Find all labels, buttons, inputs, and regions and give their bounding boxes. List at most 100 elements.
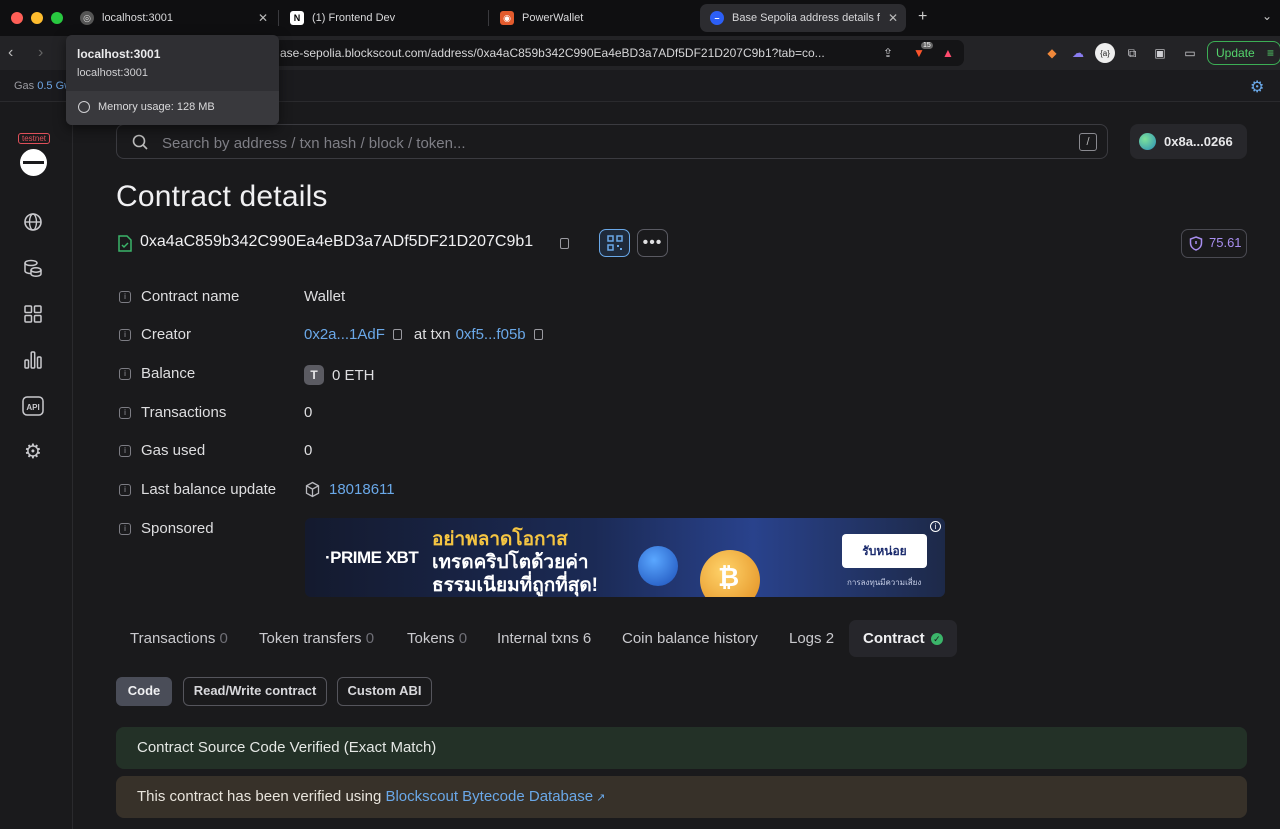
gauge-icon <box>78 101 90 113</box>
search-input[interactable]: Search by address / txn hash / block / t… <box>116 124 1108 159</box>
wallet-icon[interactable]: ▭ <box>1180 43 1200 63</box>
gear-icon[interactable]: ⚙ <box>22 440 44 463</box>
base-icon: – <box>710 11 724 25</box>
tab-transactions[interactable]: Transactions 0 <box>130 620 228 657</box>
share-icon[interactable]: ⇪ <box>878 43 898 63</box>
forward-icon[interactable]: › <box>38 44 43 62</box>
notion-icon: N <box>290 11 304 25</box>
detail-label: Creator <box>141 326 192 343</box>
chevron-down-icon[interactable]: ⌄ <box>1262 9 1272 23</box>
bytecode-database-link[interactable]: Blockscout Bytecode Database <box>385 788 593 805</box>
creator-value: 0x2a...1AdF at txn 0xf5...f05b <box>304 326 543 343</box>
tab-token-transfers[interactable]: Token transfers 0 <box>259 620 374 657</box>
info-icon[interactable]: i <box>119 291 131 303</box>
info-icon[interactable]: i <box>119 407 131 419</box>
browser-tab-frontend-dev[interactable]: N (1) Frontend Dev <box>280 4 486 32</box>
tab-contract[interactable]: Contract ✓ <box>849 620 957 657</box>
ad-info-icon[interactable]: i <box>930 521 941 532</box>
subtab-code[interactable]: Code <box>116 677 172 706</box>
contract-address: 0xa4aC859b342C990Ea4eBD3a7ADf5DF21D207C9… <box>140 233 534 250</box>
extension-icon[interactable]: {a} <box>1095 43 1115 63</box>
tab-label: Transactions <box>130 630 216 647</box>
sidebar-toggle-icon[interactable]: ▣ <box>1150 43 1170 63</box>
browser-tab-localhost[interactable]: ◎ localhost:3001 ✕ <box>70 4 276 32</box>
ad-headline-3: ธรรมเนียมที่ถูกที่สุด! <box>432 575 598 596</box>
update-label: Update <box>1216 46 1255 60</box>
shield-icon <box>1189 236 1203 251</box>
detail-label: Transactions <box>141 404 227 421</box>
qr-code-icon <box>606 235 623 251</box>
globe-icon[interactable] <box>22 211 44 233</box>
tab-label: Contract <box>863 630 925 647</box>
tab-coin-balance-history[interactable]: Coin balance history <box>622 620 758 657</box>
info-icon[interactable]: i <box>119 445 131 457</box>
info-icon[interactable]: i <box>119 484 131 496</box>
info-icon[interactable]: i <box>119 329 131 341</box>
metamask-icon[interactable]: ◆ <box>1042 43 1062 63</box>
stats-chart-icon[interactable] <box>22 349 44 371</box>
creator-txn-link[interactable]: 0xf5...f05b <box>456 326 526 343</box>
more-options-button[interactable]: ••• <box>637 229 668 257</box>
back-icon[interactable]: ‹ <box>8 44 13 62</box>
page-title: Contract details <box>116 180 328 213</box>
memory-usage: Memory usage: 128 MB <box>66 91 279 125</box>
extension-icon[interactable]: ☁ <box>1068 43 1088 63</box>
browser-tab-base-sepolia[interactable]: – Base Sepolia address details f ✕ <box>700 4 906 32</box>
ellipsis-icon: ••• <box>642 234 663 251</box>
info-icon[interactable]: i <box>119 368 131 380</box>
tab-label: Coin balance history <box>622 630 758 647</box>
maximize-window-button[interactable] <box>51 12 63 24</box>
copy-icon[interactable] <box>533 329 543 340</box>
tab-label: Internal txns <box>497 630 579 647</box>
ad-cta-button[interactable]: รับหน่อย <box>842 534 927 568</box>
security-score-badge[interactable]: 75.61 <box>1181 229 1247 258</box>
qr-code-button[interactable] <box>599 229 630 257</box>
at-txn-label: at txn <box>413 326 451 343</box>
ad-disclaimer: การลงทุนมีความเสี่ยง <box>847 578 922 587</box>
subtab-custom-abi[interactable]: Custom ABI <box>337 677 432 706</box>
address-bar[interactable]: ase-sepolia.blockscout.com/address/0xa4a… <box>262 40 964 66</box>
close-tab-icon[interactable]: ✕ <box>888 11 898 25</box>
detail-row-transactions: i Transactions 0 <box>119 404 1019 424</box>
sponsored-banner[interactable]: ·PRIME XBT อย่าพลาดโอกาส เทรดคริปโตด้วยค… <box>305 518 945 597</box>
tab-title: PowerWallet <box>522 12 584 24</box>
tab-internal-txns[interactable]: Internal txns 6 <box>497 620 591 657</box>
block-cube-icon <box>305 481 320 498</box>
copy-icon[interactable] <box>392 329 402 340</box>
close-tab-icon[interactable]: ✕ <box>258 11 268 25</box>
detail-label: Balance <box>141 365 196 382</box>
shield-count-badge: 15 <box>921 42 933 49</box>
update-button[interactable]: Update ≡ <box>1207 41 1280 65</box>
brave-rewards-icon[interactable]: ▲ <box>938 43 958 63</box>
search-placeholder: Search by address / txn hash / block / t… <box>162 135 466 152</box>
testnet-badge: testnet <box>18 133 51 144</box>
wallet-button[interactable]: 0x8a...0266 <box>1130 124 1247 159</box>
browser-tab-powerwallet[interactable]: ◉ PowerWallet <box>490 4 696 32</box>
tab-count: 0 <box>219 630 228 647</box>
tab-tokens[interactable]: Tokens 0 <box>407 620 467 657</box>
globe-icon: ◎ <box>80 11 94 25</box>
creator-address-link[interactable]: 0x2a...1AdF <box>304 326 385 343</box>
subtab-read-write-contract[interactable]: Read/Write contract <box>183 677 327 706</box>
puzzle-icon[interactable]: ⧉ <box>1122 43 1142 63</box>
block-number-link[interactable]: 18018611 <box>329 481 395 498</box>
new-tab-icon[interactable]: + <box>918 8 927 26</box>
apps-grid-icon[interactable] <box>22 303 44 325</box>
url-text: ase-sepolia.blockscout.com/address/0xa4a… <box>280 46 825 60</box>
detail-label: Last balance update <box>141 481 277 498</box>
close-window-button[interactable] <box>11 12 23 24</box>
minimize-window-button[interactable] <box>31 12 43 24</box>
tab-hover-card: localhost:3001 localhost:3001 Memory usa… <box>66 35 279 125</box>
logo-icon[interactable] <box>20 149 47 176</box>
tab-logs[interactable]: Logs 2 <box>789 620 834 657</box>
info-icon[interactable]: i <box>119 523 131 535</box>
copy-icon[interactable] <box>560 238 569 249</box>
balance-amount: 0 ETH <box>332 366 375 384</box>
tab-title: localhost:3001 <box>102 12 173 24</box>
menu-icon: ≡ <box>1266 46 1274 60</box>
tokens-icon[interactable] <box>22 257 44 279</box>
tab-label: Tokens <box>407 630 455 647</box>
hover-card-title: localhost:3001 <box>77 47 161 61</box>
api-icon[interactable]: API <box>22 395 44 417</box>
gear-icon[interactable]: ⚙ <box>1250 77 1264 97</box>
